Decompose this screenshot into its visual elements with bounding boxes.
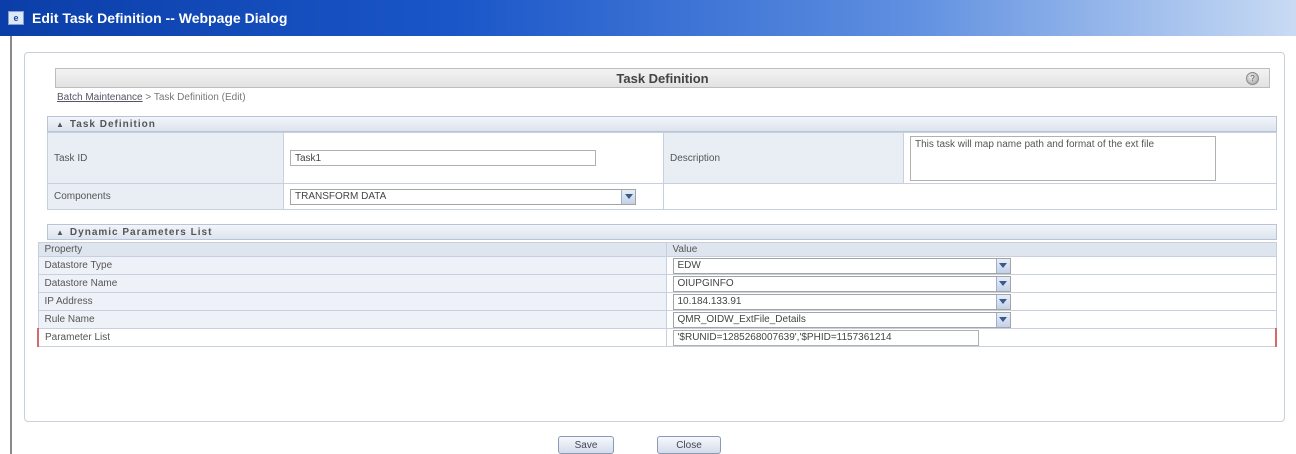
selected-value: EDW	[677, 260, 701, 271]
parameter-list-input[interactable]	[672, 329, 979, 346]
ip-address-select[interactable]: 10.184.133.91	[672, 293, 1011, 310]
table-row: IP Address 10.184.133.91	[37, 292, 1277, 311]
help-icon[interactable]: ?	[1246, 72, 1259, 85]
description-label: Description	[663, 132, 904, 184]
section-title: Task Definition	[69, 118, 156, 130]
column-header-value: Value	[665, 242, 1277, 257]
column-header-property: Property	[37, 242, 667, 257]
dynamic-parameters-table: Property Value Datastore Type EDW Datast…	[37, 242, 1277, 347]
selected-value: OIUPGINFO	[677, 278, 734, 289]
breadcrumb: Batch Maintenance > Task Definition (Edi…	[57, 92, 246, 103]
rule-name-select[interactable]: QMR_OIDW_ExtFile_Details	[672, 311, 1011, 328]
property-cell: Parameter List	[37, 328, 667, 347]
value-cell	[665, 328, 1277, 347]
empty-cell	[663, 183, 1277, 210]
components-cell: TRANSFORM DATA	[283, 183, 664, 210]
page-header: Task Definition ?	[55, 68, 1270, 88]
breadcrumb-batch-maintenance-link[interactable]: Batch Maintenance	[57, 92, 143, 103]
chevron-down-icon[interactable]	[995, 276, 1010, 291]
ie-dialog-icon: e	[8, 11, 24, 25]
task-id-input[interactable]	[290, 150, 596, 166]
chevron-down-icon[interactable]	[621, 189, 635, 204]
dynamic-parameters-section-header[interactable]: ▲ Dynamic Parameters List	[47, 224, 1277, 240]
chevron-down-icon[interactable]	[995, 258, 1010, 273]
collapse-icon[interactable]: ▲	[56, 228, 64, 237]
breadcrumb-current: > Task Definition (Edit)	[142, 92, 246, 103]
table-row: Rule Name QMR_OIDW_ExtFile_Details	[37, 310, 1277, 329]
value-cell: 10.184.133.91	[665, 292, 1277, 311]
value-cell: QMR_OIDW_ExtFile_Details	[665, 310, 1277, 329]
components-select[interactable]: TRANSFORM DATA	[290, 188, 636, 205]
description-textarea[interactable]: This task will map name path and format …	[910, 135, 1216, 181]
components-selected-value: TRANSFORM DATA	[295, 191, 387, 202]
datastore-type-select[interactable]: EDW	[672, 257, 1011, 274]
window-titlebar: e Edit Task Definition -- Webpage Dialog	[0, 0, 1296, 36]
table-row: Datastore Name OIUPGINFO	[37, 274, 1277, 293]
value-cell: EDW	[665, 256, 1277, 275]
chevron-down-icon[interactable]	[995, 312, 1010, 327]
value-cell: OIUPGINFO	[665, 274, 1277, 293]
task-id-label: Task ID	[47, 132, 284, 184]
property-cell: Datastore Name	[37, 274, 667, 293]
task-id-cell	[283, 132, 664, 184]
table-row-highlighted: Parameter List	[37, 328, 1277, 347]
save-button[interactable]: Save	[558, 436, 614, 454]
property-cell: Datastore Type	[37, 256, 667, 275]
property-cell: IP Address	[37, 292, 667, 311]
selected-value: 10.184.133.91	[677, 296, 742, 307]
description-cell: This task will map name path and format …	[903, 132, 1277, 184]
table-row: Datastore Type EDW	[37, 256, 1277, 275]
section-title: Dynamic Parameters List	[69, 226, 213, 238]
page-title: Task Definition	[616, 70, 709, 86]
components-label: Components	[47, 183, 284, 210]
close-button[interactable]: Close	[657, 436, 721, 454]
chevron-down-icon[interactable]	[995, 294, 1010, 309]
selected-value: QMR_OIDW_ExtFile_Details	[677, 314, 806, 325]
window-title: Edit Task Definition -- Webpage Dialog	[32, 10, 288, 26]
task-definition-table: Task ID Description This task will map n…	[47, 132, 1277, 210]
property-cell: Rule Name	[37, 310, 667, 329]
task-definition-section-header[interactable]: ▲ Task Definition	[47, 116, 1277, 132]
collapse-icon[interactable]: ▲	[56, 120, 64, 129]
datastore-name-select[interactable]: OIUPGINFO	[672, 275, 1011, 292]
